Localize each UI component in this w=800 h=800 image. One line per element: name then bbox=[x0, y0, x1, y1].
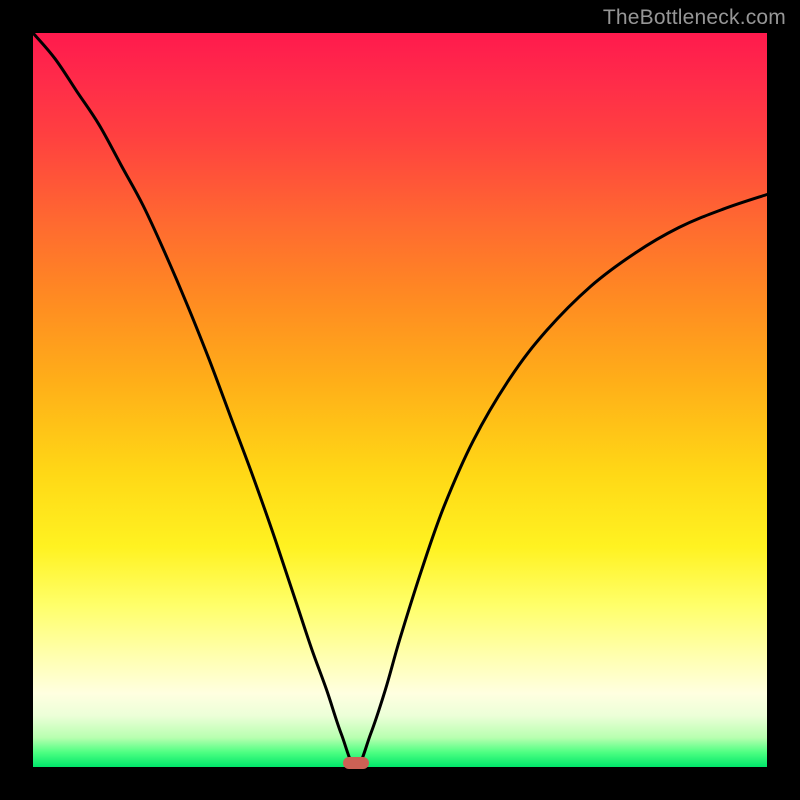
plot-area bbox=[33, 33, 767, 767]
watermark-text: TheBottleneck.com bbox=[603, 6, 786, 30]
minimum-marker bbox=[343, 757, 369, 769]
bottleneck-curve bbox=[33, 33, 767, 767]
chart-canvas: TheBottleneck.com bbox=[0, 0, 800, 800]
